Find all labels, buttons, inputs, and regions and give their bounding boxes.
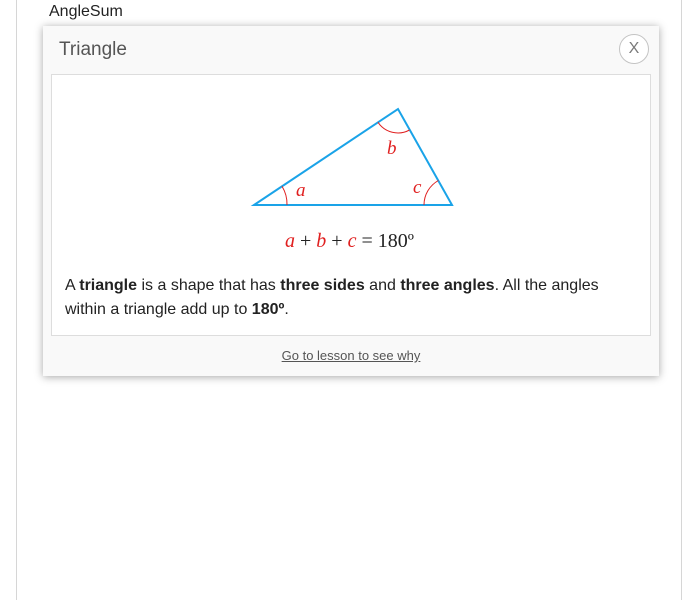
content-card: a b c a + b + c = 180º A triangle is a s… [51, 74, 651, 336]
eq-term-b: b [316, 230, 326, 252]
close-button[interactable]: X [619, 34, 649, 64]
eq-plus-2: + [331, 230, 342, 252]
modal-title: Triangle [59, 39, 127, 60]
eq-plus-1: + [300, 230, 311, 252]
angle-c-arc [423, 180, 439, 206]
eq-term-c: c [348, 230, 357, 252]
triangle-shape [250, 107, 454, 206]
angle-b-label: b [387, 138, 397, 159]
lesson-link[interactable]: Go to lesson to see why [43, 348, 659, 363]
page-label: AngleSum [49, 3, 123, 20]
triangle-modal: Triangle X a b c a + b + c = 180º A tria… [43, 26, 659, 376]
angle-c-label: c [413, 177, 422, 198]
angle-b-arc [377, 122, 410, 134]
term-triangle: triangle [79, 277, 138, 294]
angle-a-arc [281, 186, 288, 206]
term-three-angles: three angles [400, 277, 495, 294]
angle-a-label: a [296, 180, 306, 201]
eq-term-a: a [285, 230, 295, 252]
triangle-description: A triangle is a shape that has three sid… [65, 277, 599, 318]
eq-equals: = [361, 230, 372, 252]
triangle-diagram: a b c a + b + c = 180º [250, 107, 454, 252]
angle-sum-equation: a + b + c = 180º [285, 230, 414, 252]
term-three-sides: three sides [280, 277, 365, 294]
eq-total: 180º [378, 230, 414, 252]
term-180: 180º [251, 301, 285, 318]
